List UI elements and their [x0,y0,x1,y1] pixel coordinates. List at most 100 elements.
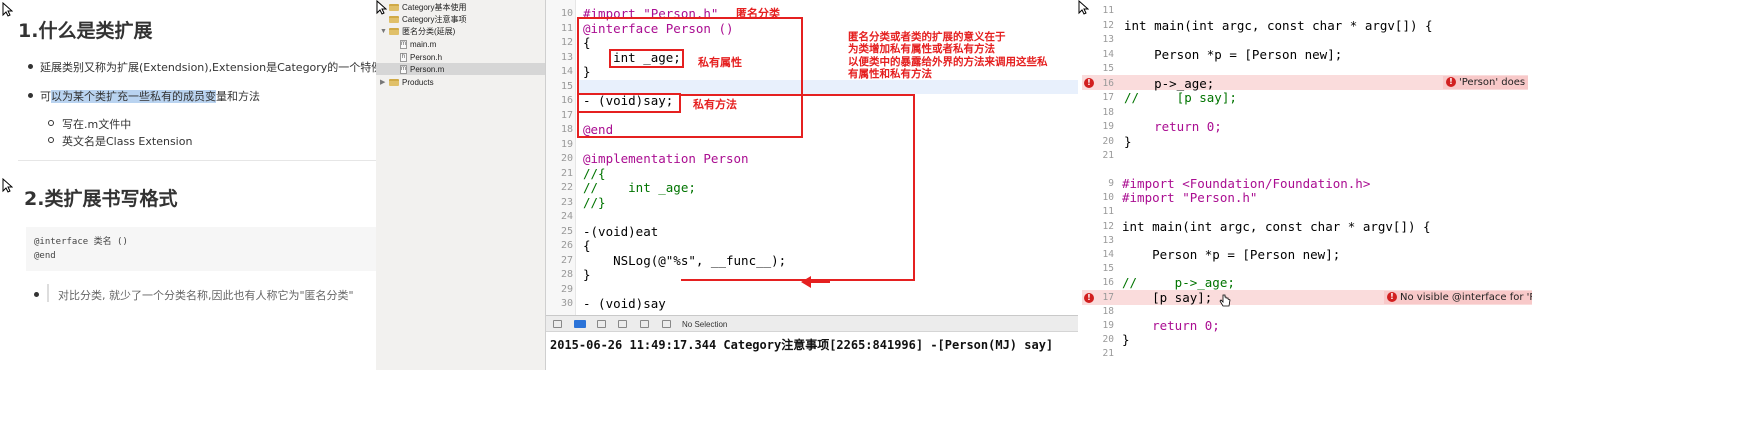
line-number: 19 [1102,320,1114,331]
code-line: // [p say]; [1124,90,1237,105]
line-number: 10 [1102,192,1114,204]
line-number: 19 [1102,121,1114,132]
line-number: 20 [1102,334,1114,346]
line-number: 30 [560,298,573,309]
line-number: 13 [560,51,573,63]
code-line: { [583,238,591,253]
line-number: 16 [1102,277,1114,289]
folder-icon [389,27,399,35]
error-icon[interactable]: ! [1084,293,1094,303]
nav-item-main-m[interactable]: m main.m [376,38,436,50]
line-number: 26 [560,240,573,251]
code-editor-main-m-top[interactable]: 11 12 int main(int argc, const char * argv… [1082,0,1528,162]
heading-what-is-extension: 1.什么是类扩展 [18,20,153,42]
error-message-badge[interactable]: ! 'Person' does [1443,76,1528,89]
line-number: 18 [560,124,573,135]
nav-item-label: Person.m [410,64,445,74]
nav-item-label: 匿名分类(延展) [402,26,456,36]
code-line: // int _age; [583,180,696,195]
folder-icon [389,78,399,86]
line-number: 27 [560,254,573,266]
line-number: 13 [1102,234,1114,246]
line-number: 16 [560,95,573,106]
folder-icon [389,15,399,23]
text-part: 可 [40,90,51,103]
private-method-box [577,93,681,113]
nav-item-products[interactable]: ▶ Products [376,76,434,88]
quote-anonymous-category: 对比分类, 就少了一个分类名称,因此也有人称它为"匿名分类" [58,289,354,302]
bullet-dot [28,93,33,98]
text-part: 量和方法 [216,90,260,103]
line-number: 23 [560,196,573,208]
code-line: @interface 类名 () [34,237,128,247]
line-number: 12 [1102,220,1114,232]
line-number: 11 [1102,206,1114,218]
line-number: 28 [560,269,573,280]
hide-debug-area-icon[interactable] [553,320,562,328]
step-into-icon[interactable] [640,320,649,328]
private-property-box [609,49,684,68]
line-number: 15 [560,80,573,92]
error-text: 'Person' does [1459,77,1526,88]
code-editor-person-m[interactable]: 10 #import "Person.h" 11 @interface Person … [546,0,1078,315]
selected-text: 以为某个类扩充一些私有的成员变 [51,90,216,103]
error-icon: ! [1446,77,1456,87]
mouse-pointer-icon [1078,0,1089,15]
nav-item-label: Products [402,77,434,87]
error-icon: ! [1387,292,1397,302]
nav-item-label: main.m [410,39,437,49]
code-line: #import <Foundation/Foundation.h> [1122,176,1371,191]
code-line: return 0; [1124,119,1222,134]
mouse-pointer-icon [2,2,13,17]
code-line: #import "Person.h" [1122,190,1258,206]
code-line: - (void)say [583,296,666,311]
line-number: 25 [560,225,573,237]
nav-item-category-basic[interactable]: Category基本使用 [376,1,466,13]
annotation-anonymous-category: 匿名分类 [736,7,780,20]
line-number: 21 [560,167,573,179]
divider [18,160,376,161]
code-line: int main(int argc, const char * argv[]) … [1122,218,1431,234]
sub-bullet-m-file: 写在.m文件中 [62,118,132,131]
error-icon[interactable]: ! [1084,78,1094,88]
step-over-icon[interactable] [618,320,627,328]
code-line: [p say]; [1122,289,1213,305]
syntax-code-block: @interface 类名 () @end [26,227,376,271]
notes-panel: 1.什么是类扩展 延展类别又称为扩展(Extendsion),Extension… [0,0,382,370]
line-number: 14 [1102,249,1114,260]
nav-item-label: Category注意事项 [402,14,467,24]
nav-item-person-h[interactable]: h Person.h [376,51,442,63]
line-number: 14 [560,66,573,77]
line-number: 24 [560,211,573,222]
code-line: return 0; [1122,318,1220,333]
quote-bar [47,284,49,302]
line-number: 12 [1102,19,1114,31]
breakpoints-toggle-icon[interactable] [574,320,586,328]
h-file-icon: h [400,52,407,62]
code-line: int main(int argc, const char * argv[]) … [1124,17,1433,33]
step-out-icon[interactable] [662,320,671,328]
call-path-box [681,94,915,281]
project-navigator: Category基本使用 Category注意事项 ▼ 匿名分类(延展) m mai… [376,0,546,370]
pause-icon[interactable] [597,320,606,328]
annotation-private-method: 私有方法 [693,98,737,111]
annotation-explain-4: 有属性和私有方法 [848,68,932,80]
line-number: 11 [560,22,573,34]
line-number: 17 [1102,92,1114,103]
line-number: 10 [560,8,573,19]
nav-item-anonymous-category[interactable]: ▼ 匿名分类(延展) [376,25,455,37]
line-number: 11 [1102,5,1114,16]
nav-item-category-notes[interactable]: Category注意事项 [376,13,466,25]
line-number: 20 [560,153,573,164]
line-number: 17 [560,109,573,121]
code-line: -(void)eat [583,223,659,239]
debug-console[interactable]: 2015-06-26 11:49:17.344 Category注意事项[226… [546,332,1078,370]
code-editor-main-m-bottom[interactable]: 9 #import <Foundation/Foundation.h> 10 #imp… [1082,166,1532,370]
error-message-badge[interactable]: ! No visible @interface for 'P [1384,291,1532,304]
code-line: // p->_age; [1122,275,1235,291]
line-number: 15 [1102,63,1114,74]
nav-item-person-m[interactable]: m Person.m [376,63,545,75]
sub-bullet-ring [48,120,54,126]
error-text: No visible @interface for 'P [1400,292,1532,303]
line-number: 19 [560,138,573,150]
